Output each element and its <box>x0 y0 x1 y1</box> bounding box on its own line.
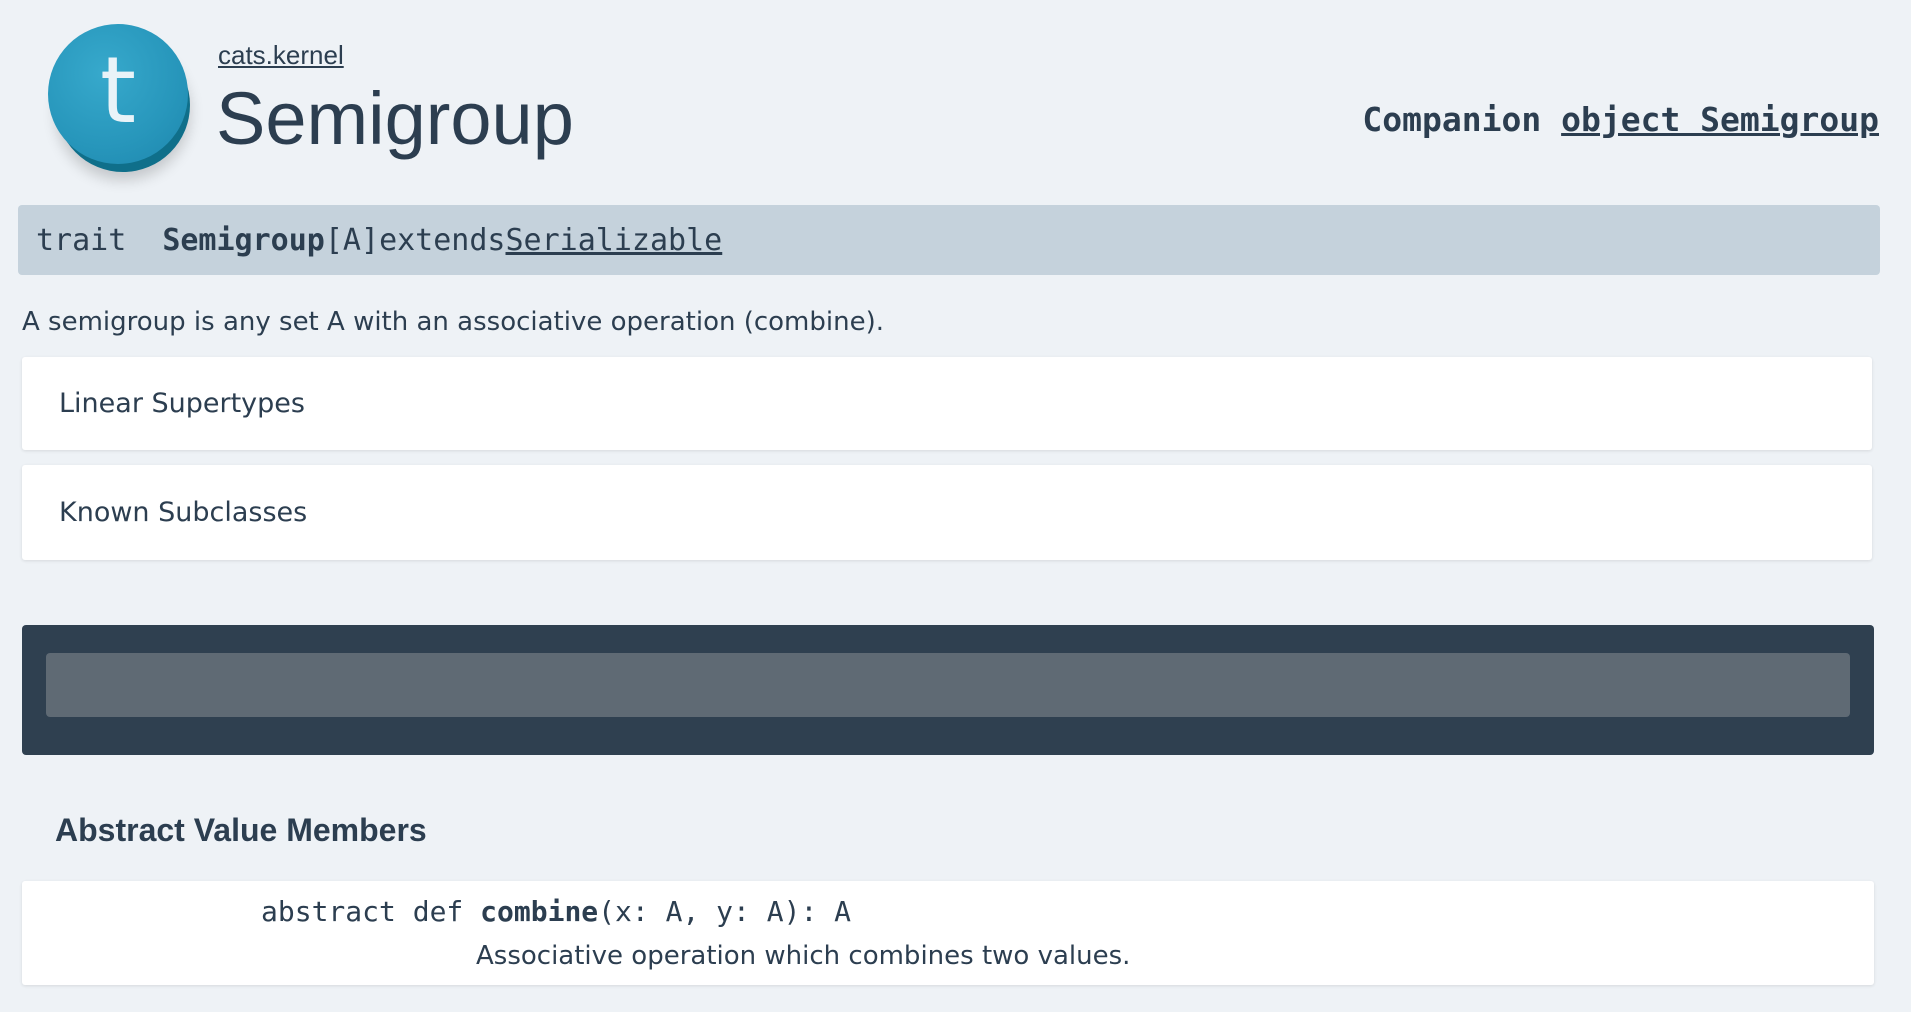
member-params: (x: A, y: A): A <box>598 895 852 928</box>
member-modifiers: abstract def <box>261 895 481 928</box>
signature-extends: extends <box>379 222 506 258</box>
member-signature: abstract def combine(x: A, y: A): A <box>261 895 851 928</box>
trait-icon-circle: t <box>48 24 188 164</box>
member-filter-panel <box>22 625 1874 755</box>
signature-keyword: trait <box>36 222 127 258</box>
companion-label: Companion <box>1362 100 1542 139</box>
trait-icon-letter: t <box>99 37 137 144</box>
member-name[interactable]: combine <box>480 895 598 928</box>
known-subclasses-label: Known Subclasses <box>59 497 308 528</box>
member-filter-input[interactable] <box>46 653 1850 717</box>
known-subclasses-panel[interactable]: Known Subclasses <box>22 465 1872 560</box>
page-title: Semigroup <box>216 77 574 160</box>
member-row[interactable]: abstract def combine(x: A, y: A): A Asso… <box>22 881 1874 985</box>
parent-type-link[interactable]: Serializable <box>506 223 723 258</box>
signature-name: Semigroup <box>162 222 325 258</box>
companion: Companion object Semigroup <box>1362 100 1879 139</box>
trait-icon: t <box>48 24 190 172</box>
linear-supertypes-panel[interactable]: Linear Supertypes <box>22 357 1872 450</box>
member-description: Associative operation which combines two… <box>476 941 1131 971</box>
signature-type-params: [A] <box>324 222 380 258</box>
companion-object-link[interactable]: object Semigroup <box>1561 100 1879 139</box>
type-description: A semigroup is any set A with an associa… <box>22 307 884 337</box>
linear-supertypes-label: Linear Supertypes <box>59 388 305 419</box>
type-signature: trait Semigroup [A] extends Serializable <box>18 205 1880 275</box>
section-title: Abstract Value Members <box>55 812 427 848</box>
package-link[interactable]: cats.kernel <box>218 40 344 71</box>
